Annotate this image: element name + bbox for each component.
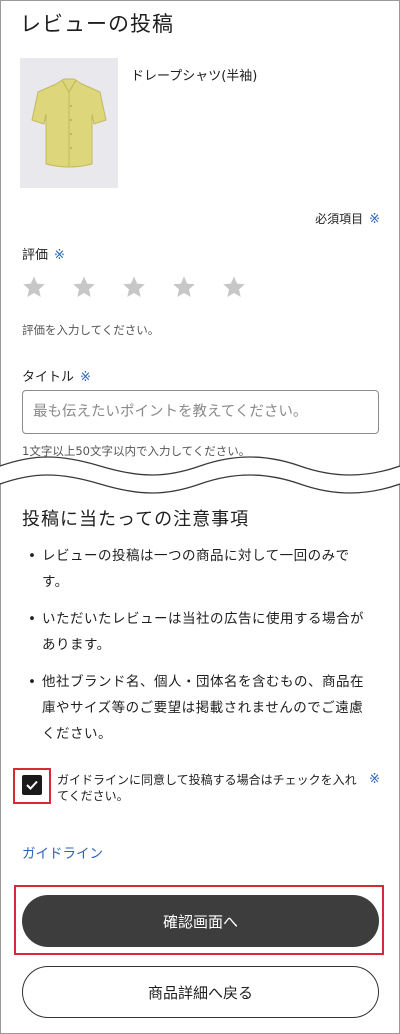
agree-required-mark: ※ bbox=[369, 772, 380, 787]
rating-label-text: 評価 bbox=[22, 248, 49, 263]
star-icon[interactable] bbox=[122, 275, 146, 299]
notice-item: レビューの投稿は一つの商品に対して一回のみです。 bbox=[22, 543, 372, 595]
star-icon[interactable] bbox=[72, 275, 96, 299]
required-mark: ※ bbox=[369, 212, 380, 227]
star-icon[interactable] bbox=[22, 275, 46, 299]
section-break-divider bbox=[0, 456, 400, 494]
title-label-text: タイトル bbox=[22, 370, 75, 385]
notice-item: 他社ブランド名、個人・団体名を含むもの、商品在庫やサイズ等のご要望は掲載されませ… bbox=[22, 669, 372, 747]
notice-item: いただいたレビューは当社の広告に使用する場合があります。 bbox=[22, 606, 372, 658]
required-items-note: 必須項目 ※ bbox=[315, 210, 380, 227]
star-icon[interactable] bbox=[222, 275, 246, 299]
confirm-button[interactable]: 確認画面へ bbox=[22, 895, 379, 947]
rating-stars bbox=[22, 275, 246, 299]
title-label: タイトル ※ bbox=[22, 366, 91, 385]
product-thumbnail bbox=[20, 58, 118, 188]
title-required-mark: ※ bbox=[80, 370, 91, 385]
shirt-image bbox=[31, 78, 107, 168]
star-icon[interactable] bbox=[172, 275, 196, 299]
checkmark-icon bbox=[26, 780, 38, 790]
page-title: レビューの投稿 bbox=[20, 12, 174, 36]
agree-label: ガイドラインに同意して投稿する場合はチェックを入れてください。 bbox=[57, 773, 357, 803]
notice-list: レビューの投稿は一つの商品に対して一回のみです。 いただいたレビューは当社の広告… bbox=[22, 543, 372, 758]
guideline-link[interactable]: ガイドライン bbox=[22, 842, 103, 862]
rating-required-mark: ※ bbox=[54, 248, 65, 263]
back-to-product-button[interactable]: 商品詳細へ戻る bbox=[22, 966, 379, 1018]
agree-checkbox[interactable] bbox=[22, 775, 42, 795]
title-input[interactable] bbox=[22, 390, 379, 434]
product-name: ドレープシャツ(半袖) bbox=[131, 69, 258, 84]
rating-hint: 評価を入力してください。 bbox=[22, 323, 160, 337]
rating-label: 評価 ※ bbox=[22, 244, 65, 263]
required-note-text: 必須項目 bbox=[315, 212, 364, 226]
notice-title: 投稿に当たっての注意事項 bbox=[22, 509, 250, 530]
